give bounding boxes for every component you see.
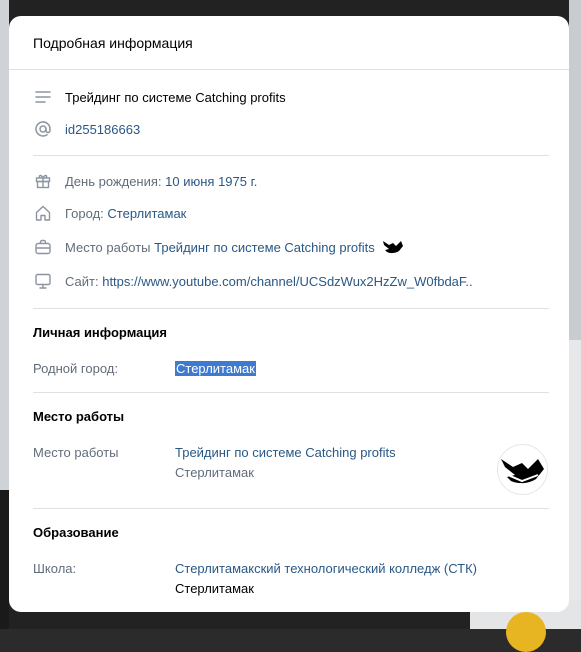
divider [33,155,549,156]
work-section-label: Место работы [33,445,119,460]
modal-title: Подробная информация [33,34,193,51]
city-value[interactable]: Стерлитамак [107,206,186,221]
backdrop-avatar [506,612,546,652]
city-row: Город: Стерлитамак [33,203,186,223]
site-row: Сайт: https://www.youtube.com/channel/UC… [33,271,473,291]
lines-icon [33,87,53,107]
company-logo-large[interactable] [497,444,548,495]
site-label: Сайт: [65,273,99,289]
status-text: Трейдинг по системе Catching profits [65,89,286,105]
status-row: Трейдинг по системе Catching profits [33,87,286,107]
site-link[interactable]: https://www.youtube.com/channel/UCSdzWux… [102,274,472,289]
backdrop-left-dark [0,490,9,629]
school-label: Школа: [33,561,77,576]
screen-name-row: id255186663 [33,119,140,139]
screen-name-link[interactable]: id255186663 [65,122,140,137]
school-city: Стерлитамак [175,581,254,596]
monitor-icon [33,271,53,291]
section-title-personal: Личная информация [33,325,167,340]
briefcase-icon [33,237,53,257]
section-title-work: Место работы [33,409,125,424]
birthday-row: День рождения: 10 июня 1975 г. [33,171,257,191]
hometown-label: Родной город: [33,361,118,376]
divider [33,308,549,309]
divider [33,508,549,509]
home-icon [33,203,53,223]
work-row: Место работы Трейдинг по системе Catchin… [33,235,405,259]
school-link[interactable]: Стерлитамакский технологический колледж … [175,561,477,576]
hometown-value[interactable]: Стерлитамак [175,361,256,376]
company-logo-icon[interactable] [380,235,405,259]
birthday-label: День рождения: [65,173,162,189]
at-icon [33,119,53,139]
work-label: Место работы [65,239,151,255]
birthday-value[interactable]: 10 июня 1975 г. [165,174,257,189]
gift-icon [33,171,53,191]
divider [33,392,549,393]
section-title-education: Образование [33,525,119,540]
work-city: Стерлитамак [175,465,254,480]
hometown-selected-text: Стерлитамак [175,361,256,376]
backdrop-right-card [569,340,581,629]
details-modal: Подробная информация Трейдинг по системе… [9,16,569,612]
modal-header: Подробная информация [9,16,569,70]
work-company-link[interactable]: Трейдинг по системе Catching profits [175,445,396,460]
city-label: Город: [65,205,104,221]
work-value[interactable]: Трейдинг по системе Catching profits [154,240,375,255]
